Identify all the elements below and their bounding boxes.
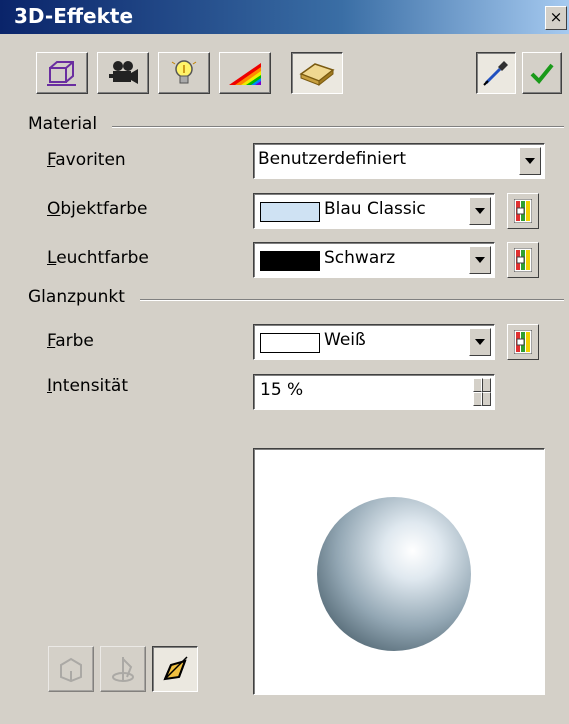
convert-3d-icon — [60, 657, 82, 683]
pipette-icon — [483, 61, 508, 86]
favoriten-select[interactable]: Benutzerdefiniert — [253, 143, 545, 179]
rainbow-gradient-icon — [229, 63, 261, 85]
objektfarbe-swatch — [260, 202, 320, 222]
glanzpunkt-section-label: Glanzpunkt — [28, 287, 125, 307]
preview-sphere — [317, 497, 471, 651]
geometry-icon — [47, 61, 76, 86]
spin-down-button[interactable] — [473, 392, 491, 406]
material-divider — [112, 126, 564, 128]
arrow-up-icon — [481, 378, 483, 392]
chevron-down-icon — [525, 158, 535, 164]
illumination-button[interactable] — [158, 52, 210, 94]
intensitaet-spinfield[interactable]: 15 % — [253, 374, 495, 410]
favoriten-dropdown-button[interactable] — [519, 147, 541, 175]
window-title: 3D-Effekte — [14, 4, 134, 28]
geometry-button[interactable] — [36, 52, 88, 94]
objektfarbe-label: Objektfarbe — [47, 199, 148, 219]
objektfarbe-select[interactable]: Blau Classic — [253, 193, 495, 229]
close-button[interactable]: × — [545, 6, 567, 30]
shading-button[interactable] — [97, 52, 149, 94]
color-dialog-icon — [514, 199, 532, 223]
textures-button[interactable] — [219, 52, 271, 94]
leuchtfarbe-dropdown-button[interactable] — [469, 246, 491, 274]
leuchtfarbe-select[interactable]: Schwarz — [253, 242, 495, 278]
favoriten-label: Favoriten — [47, 150, 126, 170]
spin-up-button[interactable] — [473, 378, 491, 392]
intensitaet-label: Intensität — [47, 376, 129, 396]
favoriten-value: Benutzerdefiniert — [258, 149, 406, 169]
check-icon — [530, 63, 554, 84]
perspective-cube-icon — [163, 656, 188, 681]
glanzpunkt-farbe-swatch — [260, 333, 320, 353]
glanzpunkt-divider — [140, 299, 564, 301]
objektfarbe-color-dialog-button[interactable] — [507, 193, 539, 229]
farbe-label: Farbe — [47, 331, 94, 351]
chevron-down-icon — [475, 208, 485, 214]
preview-pane[interactable] — [253, 448, 545, 695]
objektfarbe-value: Blau Classic — [324, 199, 426, 219]
leuchtfarbe-label: Leuchtfarbe — [47, 248, 149, 268]
leuchtfarbe-swatch — [260, 251, 320, 271]
glanzpunkt-color-dialog-button[interactable] — [507, 324, 539, 360]
perspective-button[interactable] — [152, 646, 198, 692]
color-dialog-icon — [514, 248, 532, 272]
material-section-label: Material — [28, 114, 98, 134]
material-button[interactable] — [291, 52, 343, 94]
arrow-down-icon — [481, 392, 483, 406]
color-dialog-icon — [514, 330, 532, 354]
light-bulb-icon — [171, 60, 197, 84]
pipette-button[interactable] — [476, 52, 516, 94]
material-tile-icon — [299, 63, 335, 86]
convert-to-3d-button[interactable] — [48, 646, 94, 692]
chevron-down-icon — [475, 339, 485, 345]
leuchtfarbe-value: Schwarz — [324, 248, 396, 268]
assign-button[interactable] — [522, 52, 562, 94]
intensitaet-value: 15 % — [260, 380, 304, 400]
glanzpunkt-farbe-select[interactable]: Weiß — [253, 324, 495, 360]
glanzpunkt-farbe-dropdown-button[interactable] — [469, 328, 491, 356]
glanzpunkt-farbe-value: Weiß — [324, 330, 366, 350]
objektfarbe-dropdown-button[interactable] — [469, 197, 491, 225]
intensitaet-spin-buttons[interactable] — [473, 378, 491, 406]
title-bar: 3D-Effekte × — [0, 0, 569, 34]
camera-icon — [109, 61, 138, 84]
leuchtfarbe-color-dialog-button[interactable] — [507, 242, 539, 278]
convert-to-lathe-button[interactable] — [100, 646, 146, 692]
lathe-object-icon — [112, 657, 134, 682]
chevron-down-icon — [475, 257, 485, 263]
